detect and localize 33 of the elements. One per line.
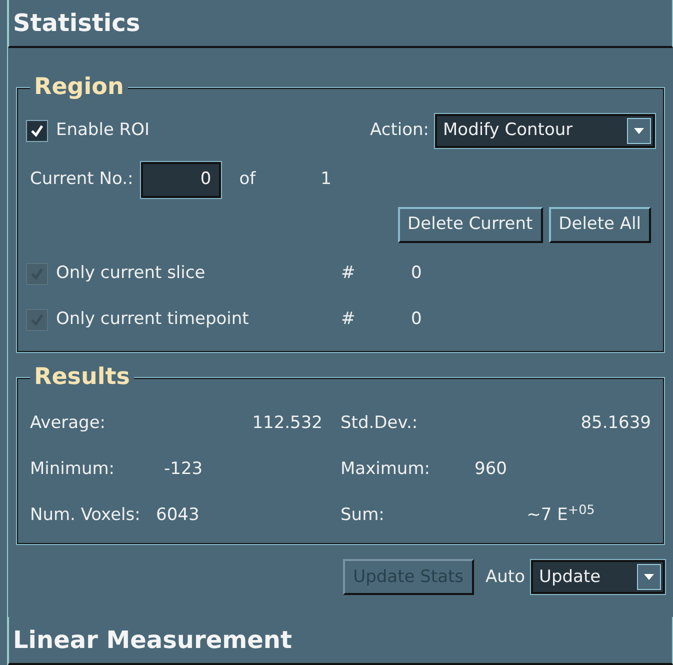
panel-header[interactable]: Linear Measurement	[8, 617, 673, 665]
field-label: Std.Dev.:	[340, 412, 419, 435]
checkbox-label: Only current timepoint	[56, 308, 249, 331]
checkbox-label: Only current slice	[56, 262, 206, 285]
button[interactable]: Delete Current	[398, 206, 543, 243]
field-label: Num. Voxels:	[30, 504, 142, 527]
text: #	[341, 308, 356, 331]
field-label: Current No.:	[30, 168, 134, 191]
text: #	[341, 262, 356, 285]
action-dropdown[interactable]: Modify Contour	[435, 114, 655, 148]
checkmark-icon	[30, 124, 44, 138]
panel-header[interactable]: Statistics	[8, 0, 673, 48]
button[interactable]: Delete All	[548, 206, 651, 243]
value-text: ~7 E$^{+05}$	[526, 502, 596, 527]
value-text: 85.1639	[580, 412, 651, 435]
checkbox[interactable]	[26, 120, 48, 142]
field-label: Minimum:	[30, 458, 116, 481]
field-label: Action:	[370, 118, 429, 142]
field-label: Sum:	[340, 504, 386, 527]
field-label: Maximum:	[340, 458, 431, 481]
value-text: 0	[411, 262, 422, 285]
text: of	[239, 168, 256, 191]
value-text: 0	[411, 308, 422, 331]
auto-update-dropdown[interactable]: Update	[531, 560, 665, 594]
value-text: 960	[474, 458, 507, 481]
value-text: -123	[164, 458, 203, 481]
field-label: Auto	[486, 566, 525, 589]
value-text: 1	[320, 168, 332, 191]
value-text: 6043	[156, 504, 200, 527]
field-label: Average:	[30, 412, 107, 435]
number-field[interactable]: 0	[141, 162, 222, 198]
value-text: 112.532	[251, 412, 322, 435]
checkbox-label: Enable ROI	[56, 118, 150, 142]
